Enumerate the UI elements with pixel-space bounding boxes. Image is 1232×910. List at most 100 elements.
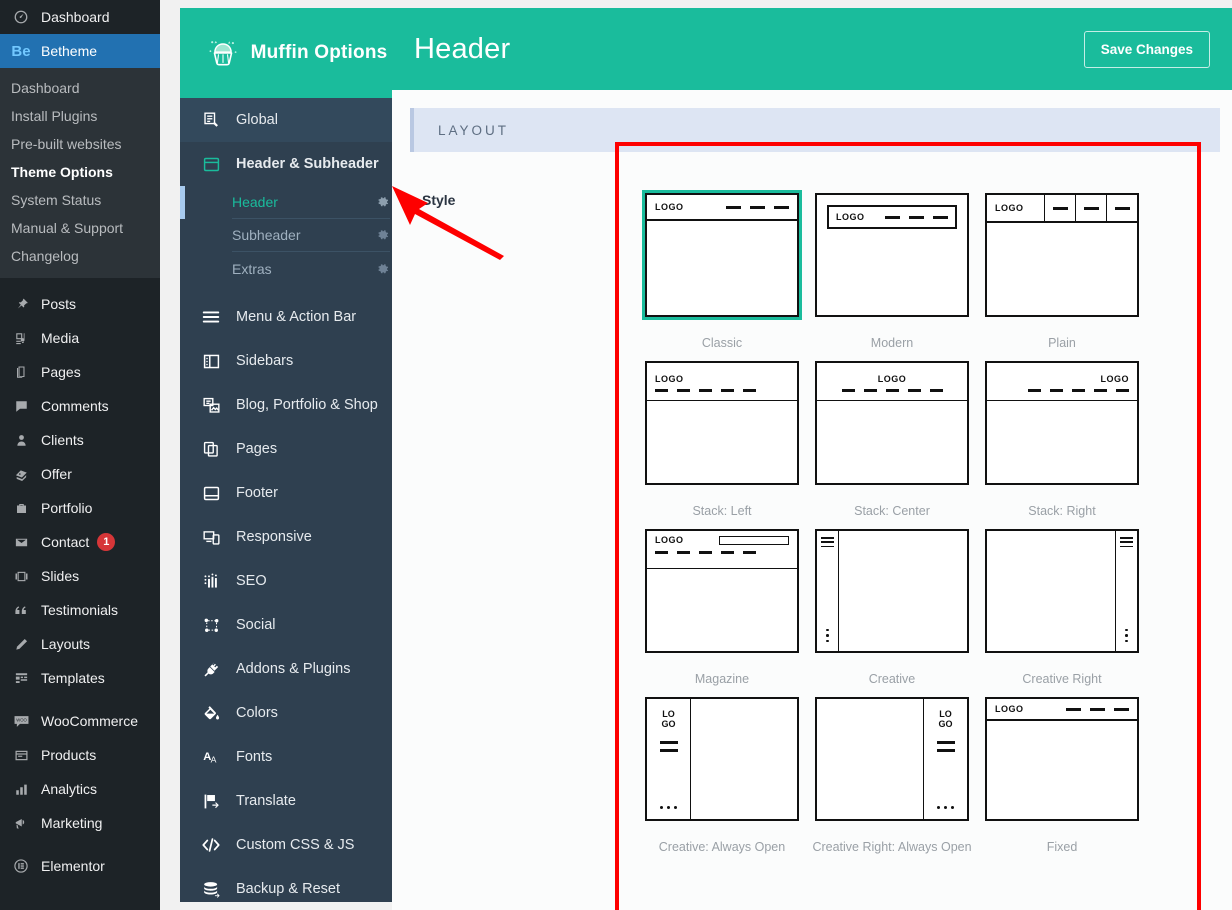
sidebar-item-comments[interactable]: Comments: [0, 389, 160, 423]
muffin-nav-blog-portfolio-shop[interactable]: Blog, Portfolio & Shop: [180, 383, 412, 427]
style-option-classic[interactable]: LOGO Classic: [637, 182, 807, 350]
style-thumb[interactable]: LOGO: [982, 358, 1142, 488]
style-caption: Creative: [868, 672, 916, 686]
sidebar-item-elementor[interactable]: Elementor: [0, 849, 160, 883]
sidebar-item-contact[interactable]: Contact 1: [0, 525, 160, 559]
style-thumb[interactable]: LO GO: [812, 694, 972, 824]
muffin-nav-header-subheader[interactable]: Header & Subheader: [180, 142, 412, 186]
submenu-item-theme-options[interactable]: Theme Options: [0, 158, 160, 186]
muffin-subitem-label: Extras: [232, 260, 272, 277]
submenu-item-dashboard[interactable]: Dashboard: [0, 74, 160, 102]
wp-admin-sidebar[interactable]: Dashboard Be Betheme Dashboard Install P…: [0, 0, 160, 910]
thumb-preview-stack-left: LOGO: [645, 361, 799, 485]
muffin-nav-sidebars[interactable]: Sidebars: [180, 339, 412, 383]
style-thumb[interactable]: LOGO: [642, 190, 802, 320]
style-thumb[interactable]: [982, 526, 1142, 656]
submenu-item-changelog[interactable]: Changelog: [0, 242, 160, 270]
thumb-dots-icon: [1125, 628, 1128, 642]
thumb-preview-plain: LOGO: [985, 193, 1139, 317]
style-thumb[interactable]: [812, 526, 972, 656]
submenu-item-manual-support[interactable]: Manual & Support: [0, 214, 160, 242]
sidebar-item-portfolio[interactable]: Portfolio: [0, 491, 160, 525]
muffin-nav-fonts[interactable]: AA Fonts: [180, 735, 412, 779]
sidebar-item-dashboard[interactable]: Dashboard: [0, 0, 160, 34]
thumb-menu-items: [726, 205, 789, 209]
style-option-stack-right[interactable]: LOGO Stack: Right: [977, 350, 1147, 518]
gear-icon[interactable]: [376, 262, 390, 276]
thumb-logo-text: LOGO: [836, 212, 865, 222]
muffin-nav-global[interactable]: Global: [180, 98, 412, 142]
thumb-logo-text: LOGO: [877, 374, 907, 384]
sidebar-label: Offer: [41, 466, 72, 482]
sidebar-item-media[interactable]: Media: [0, 321, 160, 355]
muffin-subitem-subheader[interactable]: Subheader: [232, 219, 390, 252]
thumb-menu-items: [995, 389, 1129, 392]
muffin-subitem-extras[interactable]: Extras: [232, 252, 390, 285]
muffin-nav-colors[interactable]: Colors: [180, 691, 412, 735]
submenu-item-install-plugins[interactable]: Install Plugins: [0, 102, 160, 130]
gear-icon[interactable]: [376, 195, 390, 209]
style-option-stack-left[interactable]: LOGO Stack: Left: [637, 350, 807, 518]
muffin-nav-seo[interactable]: SEO: [180, 559, 412, 603]
thumb-menu-items: [655, 551, 789, 554]
sidebar-label: Pages: [41, 364, 81, 380]
muffin-nav-translate[interactable]: Translate: [180, 779, 412, 823]
thumb-menu-items: [885, 215, 948, 219]
style-option-modern[interactable]: LOGO Modern: [807, 182, 977, 350]
style-option-creative-right[interactable]: Creative Right: [977, 518, 1147, 686]
muffin-nav-social[interactable]: Social: [180, 603, 412, 647]
muffin-nav-addons-plugins[interactable]: Addons & Plugins: [180, 647, 412, 691]
style-thumb[interactable]: LOGO: [812, 358, 972, 488]
sidebar-label: Portfolio: [41, 500, 93, 516]
style-option-stack-center[interactable]: LOGO Stack: Center: [807, 350, 977, 518]
sidebar-item-products[interactable]: Products: [0, 738, 160, 772]
style-option-creative-right-always-open[interactable]: LO GO Creative Right: Always Open: [807, 686, 977, 854]
style-thumb[interactable]: LO GO: [642, 694, 802, 824]
sidebar-item-layouts[interactable]: Layouts: [0, 627, 160, 661]
gear-icon[interactable]: [376, 228, 390, 242]
submenu-item-system-status[interactable]: System Status: [0, 186, 160, 214]
muffin-nav-responsive[interactable]: Responsive: [180, 515, 412, 559]
sidebar-item-slides[interactable]: Slides: [0, 559, 160, 593]
muffin-nav-footer[interactable]: Footer: [180, 471, 412, 515]
muffin-nav-label: Colors: [236, 705, 278, 721]
thumb-dots-icon: [660, 806, 677, 809]
muffin-options-header: Muffin Options: [180, 8, 412, 98]
muffin-nav-backup-reset[interactable]: Backup & Reset: [180, 867, 412, 902]
sidebar-item-betheme[interactable]: Be Betheme: [0, 34, 160, 68]
style-option-plain[interactable]: LOGO Plain: [977, 182, 1147, 350]
muffin-subitem-header[interactable]: Header: [232, 186, 390, 219]
active-item-accent-bar: [180, 186, 185, 219]
style-thumb[interactable]: LOGO: [982, 190, 1142, 320]
thumb-logo-line2: GO: [661, 719, 676, 729]
pencil-icon: [11, 634, 31, 654]
sidebar-item-clients[interactable]: Clients: [0, 423, 160, 457]
style-option-magazine[interactable]: LOGO Magazine: [637, 518, 807, 686]
sidebar-item-templates[interactable]: Templates: [0, 661, 160, 695]
style-thumb[interactable]: LOGO: [812, 190, 972, 320]
sidebar-item-posts[interactable]: Posts: [0, 287, 160, 321]
sidebar-item-marketing[interactable]: Marketing: [0, 806, 160, 840]
save-changes-button[interactable]: Save Changes: [1083, 30, 1210, 68]
sidebar-item-offer[interactable]: Offer: [0, 457, 160, 491]
style-option-fixed[interactable]: LOGO Fixed: [977, 686, 1147, 854]
style-thumb[interactable]: LOGO: [982, 694, 1142, 824]
submenu-item-pre-built-websites[interactable]: Pre-built websites: [0, 130, 160, 158]
muffin-nav-pages[interactable]: Pages: [180, 427, 412, 471]
sidebar-item-analytics[interactable]: Analytics: [0, 772, 160, 806]
style-thumb[interactable]: LOGO: [642, 358, 802, 488]
sidebar-item-testimonials[interactable]: Testimonials: [0, 593, 160, 627]
muffin-nav-custom-css-js[interactable]: Custom CSS & JS: [180, 823, 412, 867]
sidebar-item-woocommerce[interactable]: WOO WooCommerce: [0, 704, 160, 738]
thumb-preview-modern: LOGO: [815, 193, 969, 317]
sidebar-item-pages[interactable]: Pages: [0, 355, 160, 389]
style-option-creative-always-open[interactable]: LO GO Creative: Always Open: [637, 686, 807, 854]
style-thumb[interactable]: LOGO: [642, 526, 802, 656]
muffin-nav-label: Custom CSS & JS: [236, 837, 355, 853]
sidebar-separator: [0, 840, 160, 849]
muffin-nav-label: Header & Subheader: [236, 156, 379, 172]
muffin-nav-menu-action-bar[interactable]: Menu & Action Bar: [180, 295, 412, 339]
muffin-nav-label: Blog, Portfolio & Shop: [236, 397, 378, 413]
global-edit-icon: [200, 109, 222, 131]
style-option-creative[interactable]: Creative: [807, 518, 977, 686]
